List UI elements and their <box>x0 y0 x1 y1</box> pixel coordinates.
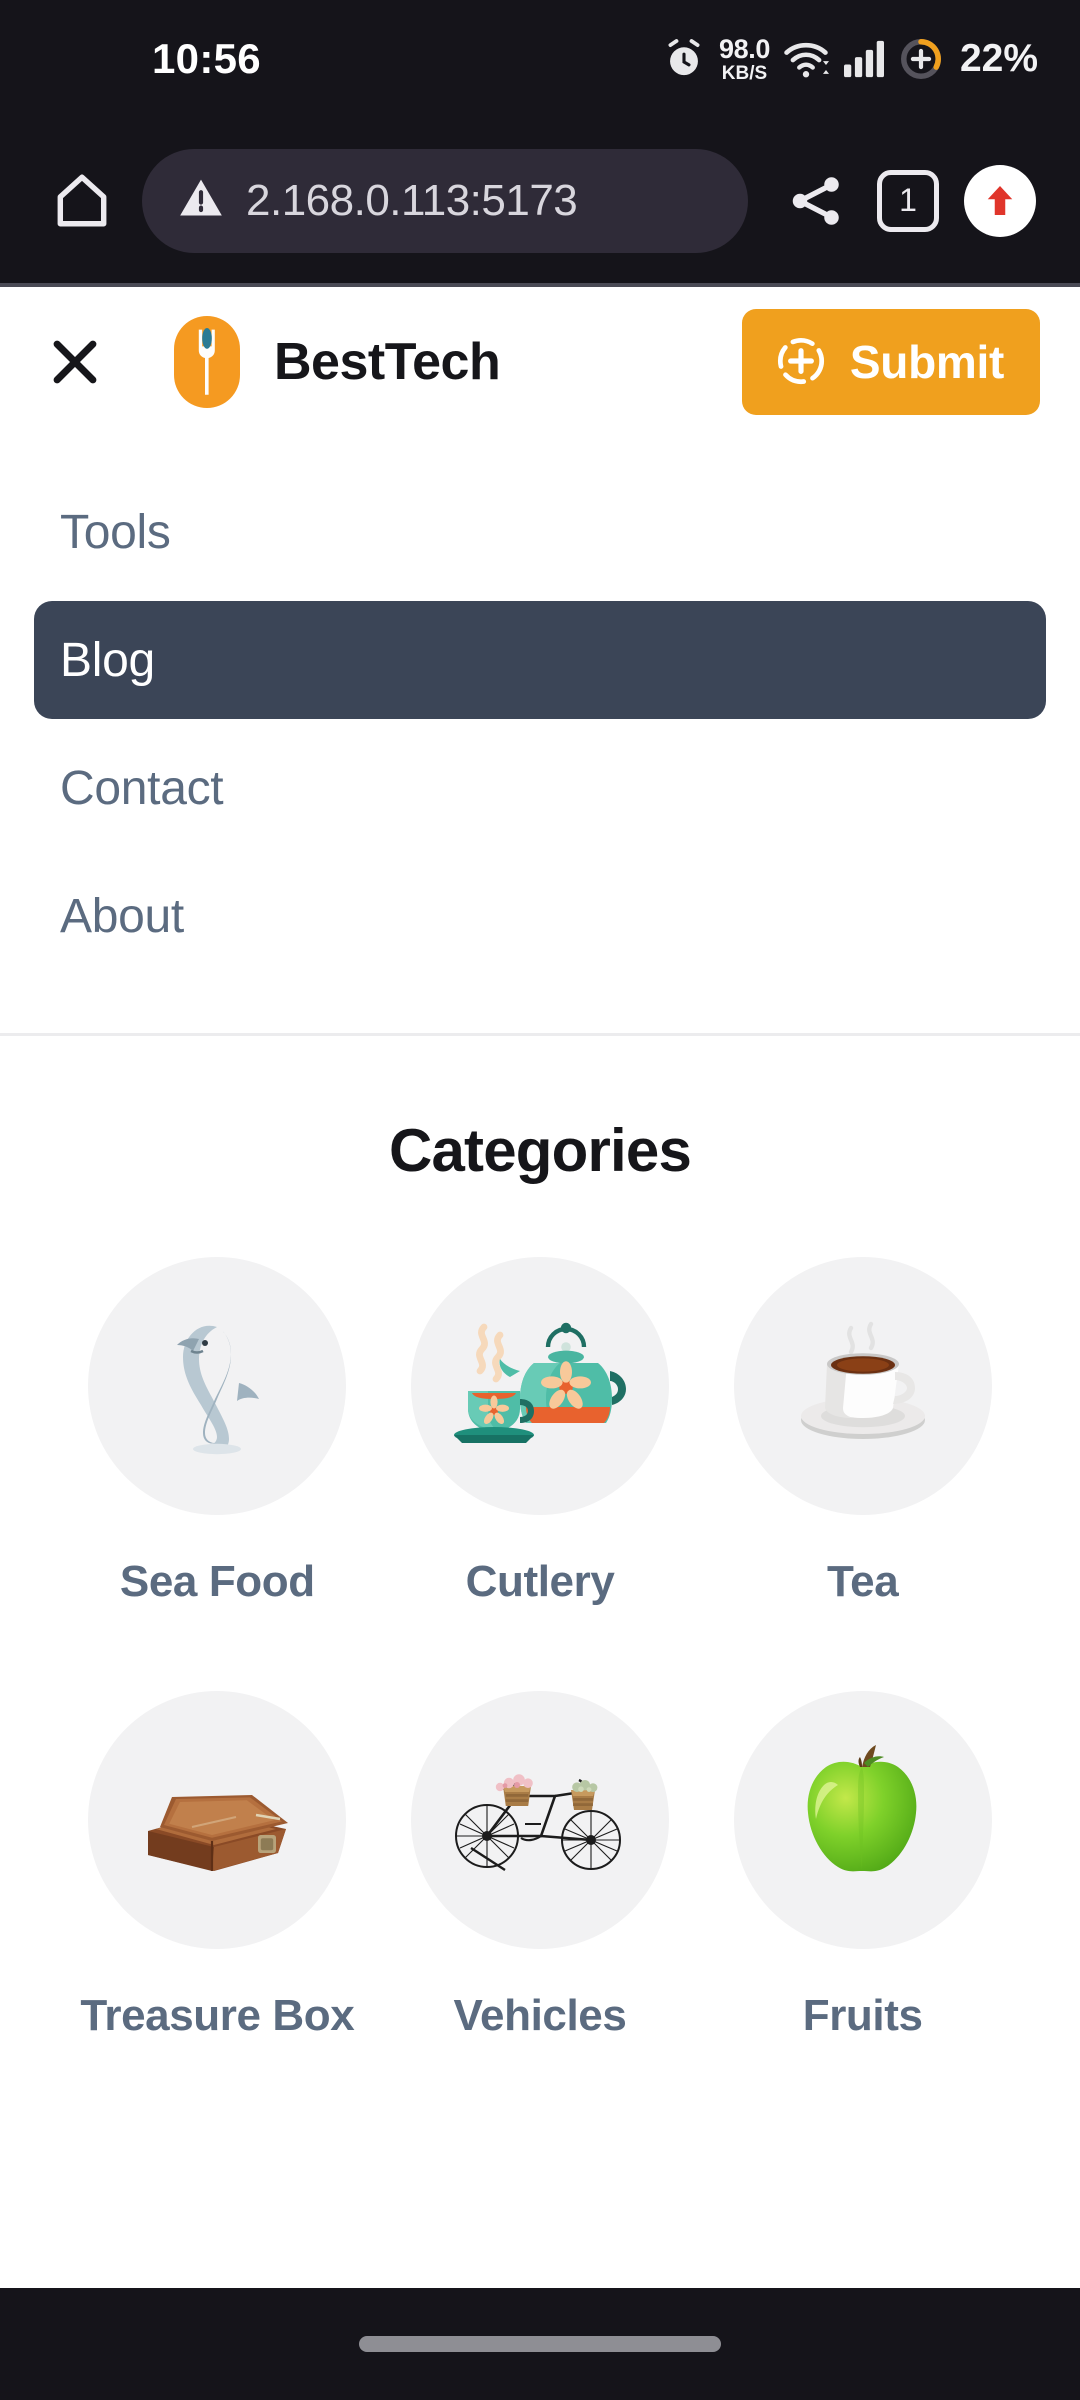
share-icon[interactable] <box>770 155 862 247</box>
category-label: Vehicles <box>453 1991 627 2040</box>
home-icon[interactable] <box>34 153 130 249</box>
insecure-warning-icon <box>176 173 226 228</box>
category-item-treasure-box[interactable]: Treasure Box <box>56 1691 379 2041</box>
close-icon[interactable] <box>36 323 114 401</box>
categories-heading: Categories <box>388 1117 692 1184</box>
url-bar[interactable]: 2.168.0.113:5173 <box>142 148 748 253</box>
wifi-icon <box>783 39 829 79</box>
hot-beverage-cup-icon <box>733 1257 992 1515</box>
category-item-tea[interactable]: Tea <box>701 1257 1024 1607</box>
category-label: Tea <box>826 1557 899 1606</box>
url-text: 2.168.0.113:5173 <box>246 175 578 225</box>
home-indicator-pill[interactable] <box>359 2336 721 2352</box>
category-item-fruits[interactable]: Fruits <box>701 1691 1024 2041</box>
app-header: BestTech Submit <box>0 287 1080 437</box>
battery-percentage: 22% <box>959 37 1038 80</box>
page-title: BestTech <box>274 333 501 391</box>
nav-item-label: Blog <box>60 633 155 687</box>
cellular-signal-icon <box>842 39 886 79</box>
alarm-clock-icon <box>662 37 706 81</box>
teapot-teacup-icon <box>410 1257 669 1515</box>
nav-item-tools[interactable]: Tools <box>34 473 1046 591</box>
categories-grid: Sea Food Cutlery Tea Treasure Box Vehicl… <box>0 1257 1080 2041</box>
nav-item-label: Contact <box>60 761 224 815</box>
gesture-navigation-bar <box>0 2288 1080 2400</box>
add-circle-dashed-icon <box>774 334 828 391</box>
dolphin-icon <box>88 1257 347 1515</box>
category-item-cutlery[interactable]: Cutlery <box>379 1257 702 1607</box>
green-apple-icon <box>733 1691 992 1949</box>
submit-button-label: Submit <box>849 336 1004 388</box>
category-item-sea-food[interactable]: Sea Food <box>56 1257 379 1607</box>
nav-item-about[interactable]: About <box>34 857 1046 975</box>
category-label: Fruits <box>802 1991 923 2040</box>
category-item-vehicles[interactable]: Vehicles <box>379 1691 702 2041</box>
category-label: Treasure Box <box>80 1991 355 2040</box>
nav-item-blog[interactable]: Blog <box>34 601 1046 719</box>
category-label: Sea Food <box>119 1557 315 1606</box>
besttech-logo-icon <box>170 312 244 412</box>
phone-screen: 10:56 98.0 KB/S 22% 2.168.0.113:5173 1 B… <box>0 0 1080 2400</box>
browser-toolbar: 2.168.0.113:5173 1 <box>0 118 1080 283</box>
tab-counter-button[interactable]: 1 <box>862 155 954 247</box>
nav-item-label: Tools <box>60 505 171 559</box>
section-divider <box>0 1033 1080 1036</box>
android-status-bar: 10:56 98.0 KB/S 22% <box>0 0 1080 118</box>
network-speed-indicator: 98.0 KB/S <box>718 33 770 84</box>
tab-count: 1 <box>877 169 939 232</box>
nav-item-contact[interactable]: Contact <box>34 729 1046 847</box>
upload-arrow-icon[interactable] <box>954 155 1046 247</box>
nav-menu: Tools Blog Contact About <box>0 437 1080 975</box>
status-clock: 10:56 <box>152 35 261 82</box>
status-icons-group: 98.0 KB/S 22% <box>662 33 1038 84</box>
nav-item-label: About <box>60 889 184 943</box>
bicycle-icon <box>410 1691 669 1949</box>
wooden-box-icon <box>88 1691 347 1949</box>
battery-saver-icon <box>899 37 943 81</box>
category-label: Cutlery <box>465 1557 615 1606</box>
submit-button[interactable]: Submit <box>741 309 1040 415</box>
web-page-content: BestTech Submit Tools Blog Contact About… <box>0 283 1080 2288</box>
